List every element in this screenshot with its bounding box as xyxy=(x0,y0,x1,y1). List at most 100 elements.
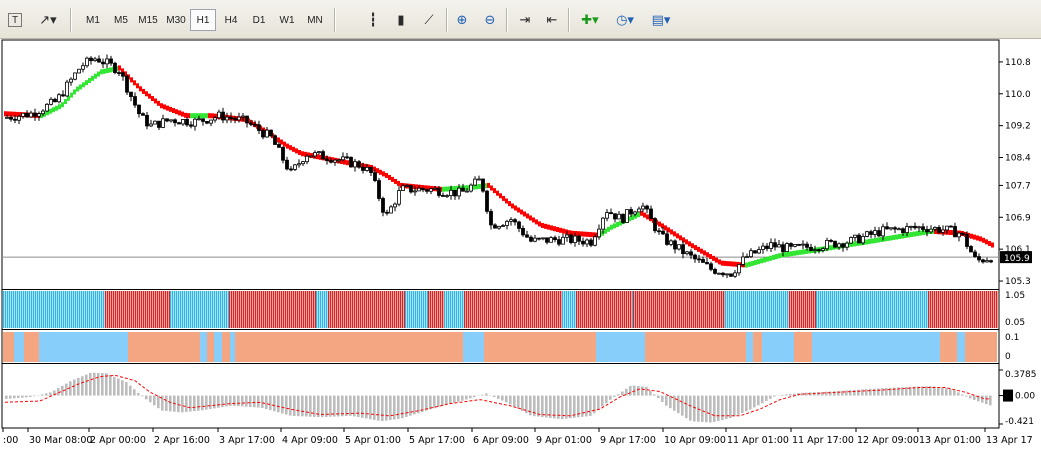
trend-segment xyxy=(892,235,895,241)
timeframe-d1-button[interactable]: D1 xyxy=(246,9,272,31)
candle-body xyxy=(749,250,753,258)
oscillator-bar xyxy=(137,392,140,396)
trend-bar xyxy=(151,291,153,328)
oscillator-bar xyxy=(365,395,368,419)
zoom-in-icon[interactable]: ⊕ xyxy=(451,9,473,31)
candle-body xyxy=(633,211,637,215)
candle-body xyxy=(637,208,641,213)
trend-bar xyxy=(93,291,95,328)
timeframe-m30-button[interactable]: M30 xyxy=(162,9,190,31)
candle-body xyxy=(481,178,485,192)
trend-bar xyxy=(33,291,35,328)
candle-body xyxy=(493,224,497,229)
trend-bar xyxy=(996,291,998,328)
trend-bar xyxy=(697,291,699,328)
trend-bar xyxy=(984,291,986,328)
trend-bar xyxy=(876,291,878,328)
oscillator-bar xyxy=(881,388,884,396)
candle-body xyxy=(149,123,153,127)
oscillator-bar xyxy=(705,395,708,423)
trend-bar xyxy=(289,291,291,328)
trend-bar xyxy=(719,291,721,328)
timeframe-h1-button[interactable]: H1 xyxy=(190,9,216,31)
period-clock-icon[interactable]: ◷▾ xyxy=(611,9,639,31)
candle-body xyxy=(689,251,693,256)
trend-bar xyxy=(105,291,107,328)
trend-bar xyxy=(47,291,49,328)
oscillator-bar xyxy=(449,395,452,404)
candle-body xyxy=(261,130,265,138)
trend-bar xyxy=(394,291,396,328)
trend-bar xyxy=(480,291,482,328)
timeframe-m1-button[interactable]: M1 xyxy=(80,9,106,31)
text-tool-icon[interactable]: T xyxy=(8,13,22,27)
candle-body xyxy=(193,118,197,127)
trend-bar xyxy=(174,291,176,328)
chart-area[interactable]: 110.8110.0109.2108.4107.7106.9106.1105.3… xyxy=(0,38,1041,457)
trend-bar xyxy=(218,291,220,328)
trend-bar xyxy=(409,291,411,328)
trend-bar xyxy=(727,291,729,328)
candle-body xyxy=(33,112,37,117)
candle-body xyxy=(977,256,981,261)
add-indicator-icon[interactable]: ✚▾ xyxy=(576,9,604,31)
trend-bar xyxy=(358,291,360,328)
timeframe-m15-button[interactable]: M15 xyxy=(134,9,162,31)
candlestick-chart-icon[interactable]: ▮ xyxy=(390,9,412,31)
oscillator-bar xyxy=(377,395,380,421)
chart-shift-icon[interactable]: ⇤ xyxy=(541,9,563,31)
timeframe-w1-button[interactable]: W1 xyxy=(274,9,300,31)
auto-scroll-icon[interactable]: ⇥ xyxy=(514,9,536,31)
trend-bar xyxy=(866,291,868,328)
trend-bar xyxy=(101,291,103,328)
trend-bar xyxy=(737,291,739,328)
trend-bar xyxy=(214,291,216,328)
trend-bar xyxy=(661,291,663,328)
trend-bar xyxy=(584,291,586,328)
candle-body xyxy=(589,239,593,246)
trend-segment xyxy=(55,105,58,111)
trend-bar xyxy=(675,291,677,328)
oscillator-bar xyxy=(373,395,376,420)
oscillator-bar xyxy=(185,395,188,412)
oscillator-bar xyxy=(21,395,24,398)
trend-bar xyxy=(97,291,99,328)
candle-body xyxy=(693,254,697,260)
candle-body xyxy=(797,244,801,246)
candle-body xyxy=(573,235,577,243)
trend-bar xyxy=(665,291,667,328)
trend-bar xyxy=(536,291,538,328)
state-bar xyxy=(3,332,14,362)
y-tick-label: 107.7 xyxy=(1005,181,1031,191)
candle-body xyxy=(485,190,489,212)
arrow-tool-icon[interactable]: ↗▾ xyxy=(35,9,61,31)
line-chart-icon[interactable]: ⟋ xyxy=(418,9,440,31)
oscillator-bar xyxy=(289,395,292,416)
trend-bar xyxy=(241,291,243,328)
oscillator-bar xyxy=(953,390,956,396)
trend-segment xyxy=(538,221,541,227)
bar-chart-icon[interactable]: ┇ xyxy=(362,9,384,31)
trend-bar xyxy=(9,291,11,328)
trend-segment xyxy=(526,213,529,219)
trend-bar xyxy=(200,291,202,328)
trend-bar xyxy=(622,291,624,328)
trend-segment xyxy=(397,180,400,186)
oscillator-bar xyxy=(941,387,944,396)
trend-bar xyxy=(546,291,548,328)
timeframe-m5-button[interactable]: M5 xyxy=(108,9,134,31)
trend-bar xyxy=(297,291,299,328)
trend-segment xyxy=(172,108,175,114)
oscillator-bar xyxy=(701,395,704,422)
trend-bar xyxy=(145,291,147,328)
x-tick-label: 11 Apr 01:00 xyxy=(727,435,789,446)
timeframe-mn-button[interactable]: MN xyxy=(302,9,328,31)
trend-segment xyxy=(109,67,112,73)
timeframe-h4-button[interactable]: H4 xyxy=(218,9,244,31)
state-bar xyxy=(200,332,207,362)
oscillator-bar xyxy=(33,395,36,397)
template-icon[interactable]: ▤▾ xyxy=(646,9,676,31)
zoom-out-icon[interactable]: ⊖ xyxy=(479,9,501,31)
oscillator-bar xyxy=(121,380,124,396)
trend-bar xyxy=(659,291,661,328)
